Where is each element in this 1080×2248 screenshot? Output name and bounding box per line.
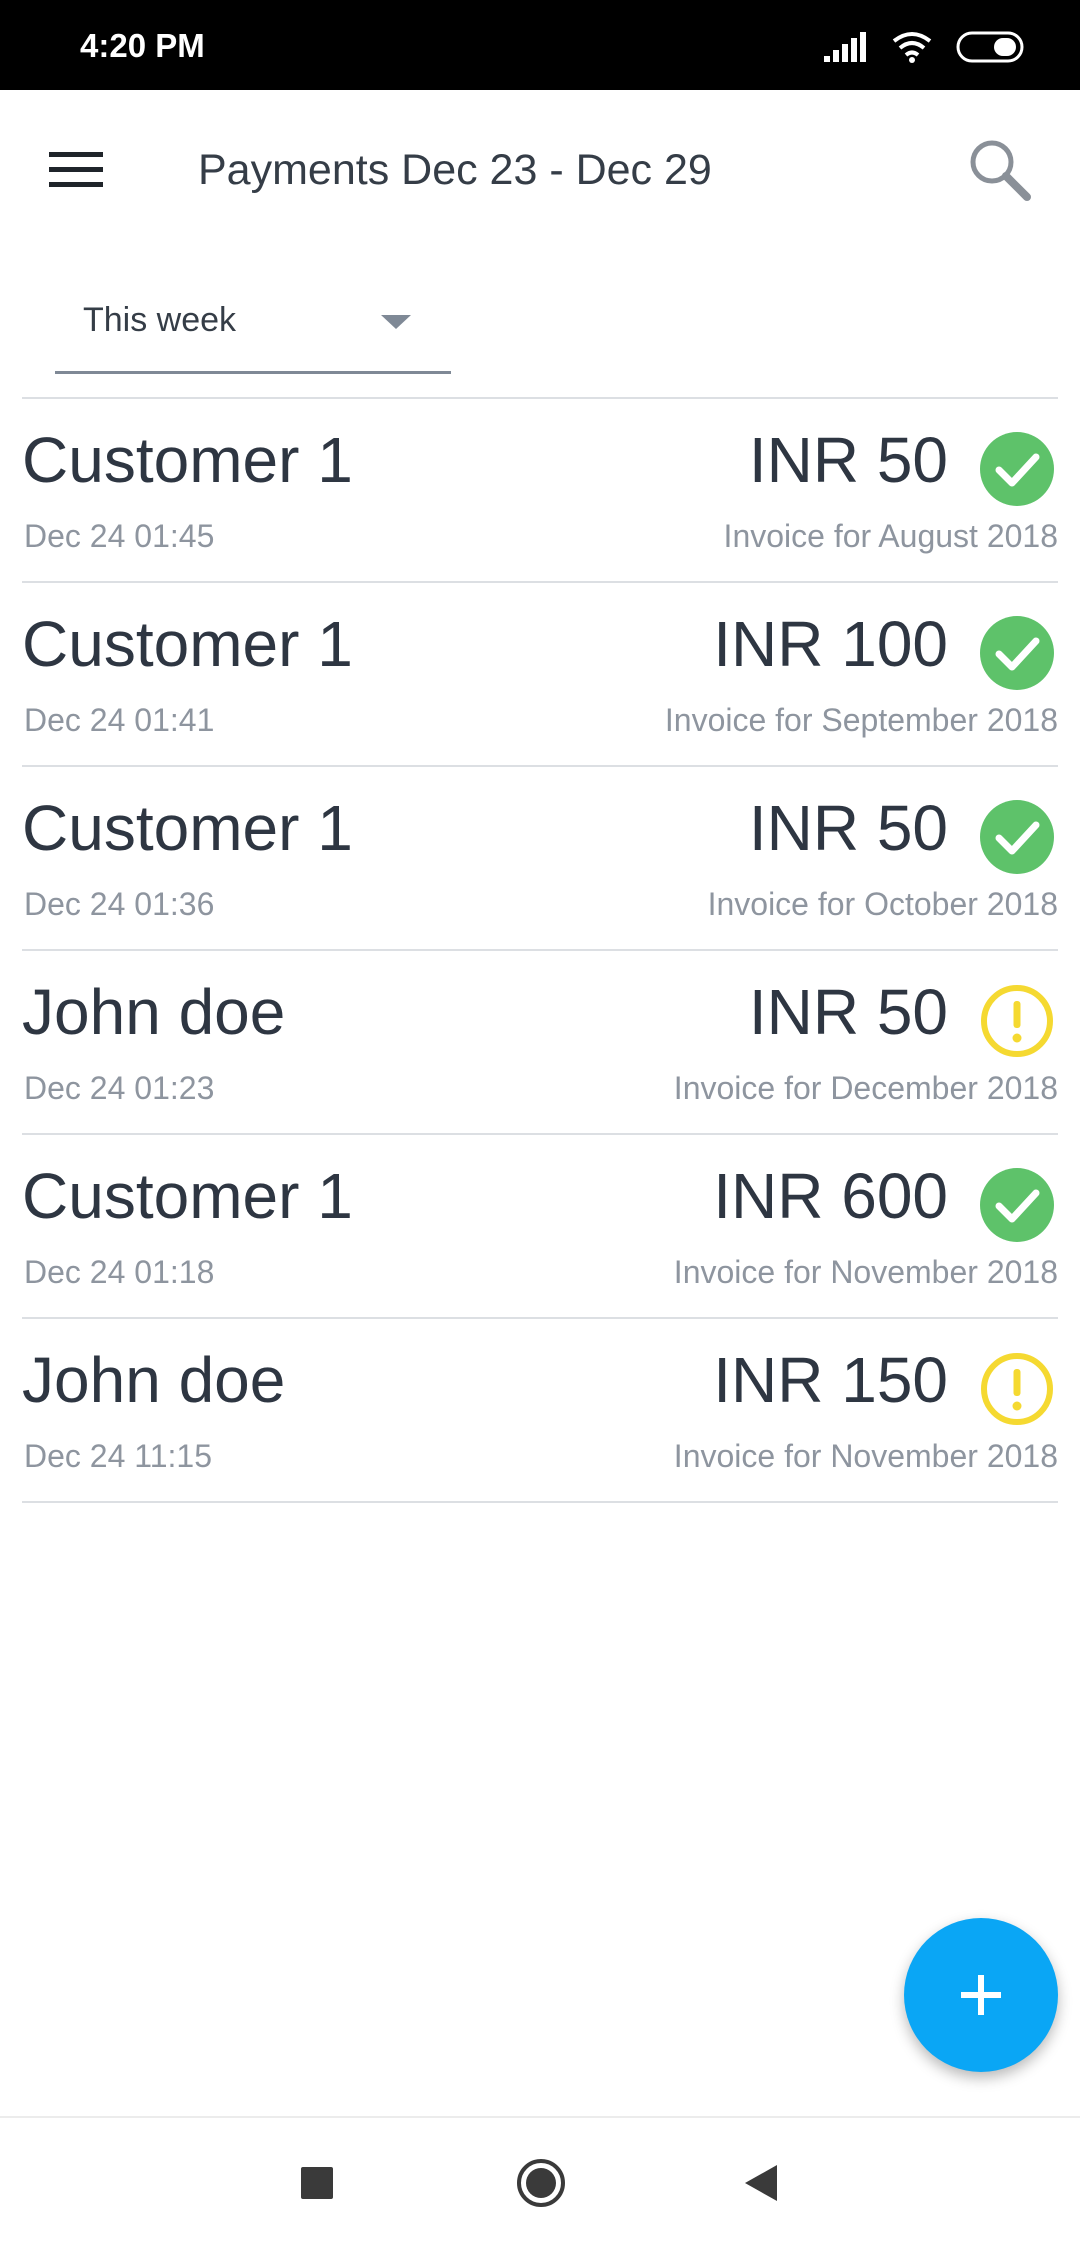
triangle-back-icon: [745, 2165, 777, 2201]
payment-date: Dec 24 01:36: [24, 886, 215, 922]
payment-row[interactable]: Customer 1 Dec 24 01:18 INR 600 Invoice …: [22, 1135, 1058, 1319]
payment-list: Customer 1 Dec 24 01:45 INR 50 Invoice f…: [22, 397, 1058, 1503]
check-circle-icon: [980, 800, 1054, 874]
payment-date: Dec 24 01:23: [24, 1070, 215, 1106]
warning-circle-icon: [981, 1353, 1053, 1425]
payment-row[interactable]: Customer 1 Dec 24 01:41 INR 100 Invoice …: [22, 583, 1058, 767]
period-dropdown[interactable]: This week: [55, 278, 451, 374]
payment-amount: INR 600: [713, 1160, 948, 1232]
battery-icon: [956, 31, 1024, 63]
customer-name: Customer 1: [22, 608, 353, 680]
customer-name: John doe: [22, 976, 286, 1048]
payment-amount: INR 50: [748, 792, 948, 864]
recent-apps-button[interactable]: [282, 2148, 352, 2218]
payment-note: Invoice for December 2018: [673, 1070, 1058, 1106]
payment-amount: INR 50: [748, 976, 948, 1048]
search-button[interactable]: [960, 130, 1040, 210]
payment-row[interactable]: Customer 1 Dec 24 01:36 INR 50 Invoice f…: [22, 767, 1058, 951]
app-bar: Payments Dec 23 - Dec 29: [0, 90, 1080, 242]
customer-name: John doe: [22, 1344, 286, 1416]
warning-circle-icon: [981, 985, 1053, 1057]
payment-row[interactable]: John doe Dec 24 11:15 INR 150 Invoice fo…: [22, 1319, 1058, 1503]
status-bar: 4:20 PM: [0, 0, 1080, 90]
customer-name: Customer 1: [22, 424, 353, 496]
payment-amount: INR 50: [748, 424, 948, 496]
check-circle-icon: [980, 432, 1054, 506]
payment-note: Invoice for October 2018: [707, 886, 1058, 922]
payment-row[interactable]: John doe Dec 24 01:23 INR 50 Invoice for…: [22, 951, 1058, 1135]
check-circle-icon: [980, 616, 1054, 690]
back-button[interactable]: [726, 2148, 796, 2218]
caret-down-icon: [381, 315, 411, 329]
system-nav-bar: [0, 2116, 1080, 2248]
status-time: 4:20 PM: [80, 27, 205, 64]
payment-note: Invoice for August 2018: [723, 518, 1058, 554]
home-button[interactable]: [506, 2148, 576, 2218]
customer-name: Customer 1: [22, 1160, 353, 1232]
circle-icon: [517, 2159, 565, 2207]
square-icon: [301, 2167, 333, 2199]
period-selected-value: This week: [83, 301, 237, 339]
payment-date: Dec 24 01:18: [24, 1254, 215, 1290]
payment-note: Invoice for September 2018: [664, 702, 1058, 738]
plus-icon: [961, 1975, 1001, 2015]
payment-row[interactable]: Customer 1 Dec 24 01:45 INR 50 Invoice f…: [22, 399, 1058, 583]
search-icon: [970, 140, 1031, 201]
menu-button[interactable]: [38, 132, 114, 208]
customer-name: Customer 1: [22, 792, 353, 864]
signal-icon: [824, 32, 866, 62]
menu-icon: [49, 152, 103, 187]
payment-date: Dec 24 01:41: [24, 702, 215, 738]
page-title: Payments Dec 23 - Dec 29: [198, 146, 712, 194]
check-circle-icon: [980, 1168, 1054, 1242]
payment-note: Invoice for November 2018: [673, 1438, 1058, 1474]
payment-amount: INR 100: [713, 608, 948, 680]
payment-date: Dec 24 01:45: [24, 518, 215, 554]
payment-amount: INR 150: [713, 1344, 948, 1416]
status-icons: [824, 28, 1024, 66]
wifi-icon: [892, 32, 932, 63]
payment-note: Invoice for November 2018: [673, 1254, 1058, 1290]
add-payment-button[interactable]: [904, 1918, 1058, 2072]
payment-date: Dec 24 11:15: [24, 1438, 212, 1474]
